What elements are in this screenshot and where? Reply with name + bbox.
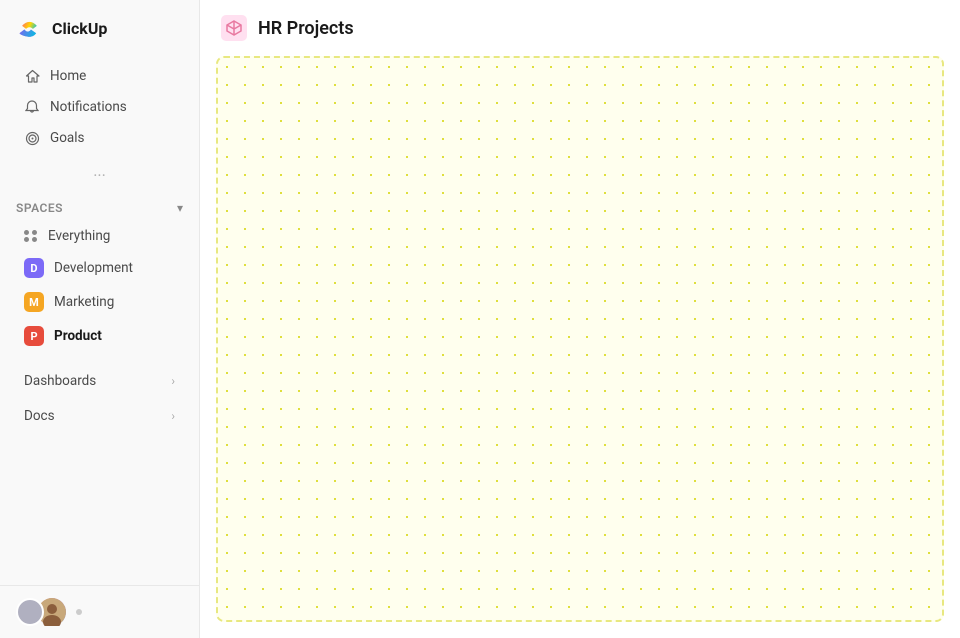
dashboards-label: Dashboards [24,373,96,389]
docs-label: Docs [24,408,55,424]
status-dot [76,609,82,615]
logo[interactable]: ClickUp [0,0,199,56]
main-content: HR Projects [200,0,960,638]
sidebar-nav: Home Notifications Goals [0,56,199,158]
bell-icon [24,99,40,115]
logo-text: ClickUp [52,19,107,38]
docs-chevron-right-icon: › [171,409,175,423]
development-avatar: D [24,258,44,278]
notifications-label: Notifications [50,99,127,115]
sidebar: ClickUp Home Notifications [0,0,200,638]
everything-icon [24,230,38,242]
divider: ··· [0,158,199,193]
dashboards-chevron-right-icon: › [171,374,175,388]
sidebar-item-product[interactable]: P Product [8,320,191,352]
product-avatar: P [24,326,44,346]
sidebar-item-marketing[interactable]: M Marketing [8,286,191,318]
avatar-stack[interactable] [16,598,66,626]
home-icon [24,68,40,84]
chevron-down-icon: ▾ [177,201,183,215]
sidebar-item-dashboards[interactable]: Dashboards › [8,364,191,398]
sidebar-item-home[interactable]: Home [8,61,191,91]
marketing-avatar: M [24,292,44,312]
sidebar-item-notifications[interactable]: Notifications [8,92,191,122]
main-header: HR Projects [200,0,960,56]
product-label: Product [54,328,102,344]
development-label: Development [54,260,133,276]
sidebar-item-docs[interactable]: Docs › [8,399,191,433]
sidebar-item-goals[interactable]: Goals [8,123,191,153]
home-label: Home [50,68,86,84]
clickup-logo-icon [16,14,44,42]
main-body [216,56,944,622]
avatar-initials [16,598,44,626]
spaces-header[interactable]: Spaces ▾ [0,193,199,221]
spaces-label: Spaces [16,201,63,215]
marketing-label: Marketing [54,294,114,310]
sidebar-item-everything[interactable]: Everything [8,222,191,250]
sidebar-item-development[interactable]: D Development [8,252,191,284]
cube-icon [220,14,248,42]
goals-label: Goals [50,130,85,146]
page-title: HR Projects [258,18,354,39]
sidebar-bottom [0,585,199,638]
everything-label: Everything [48,228,110,244]
target-icon [24,130,40,146]
